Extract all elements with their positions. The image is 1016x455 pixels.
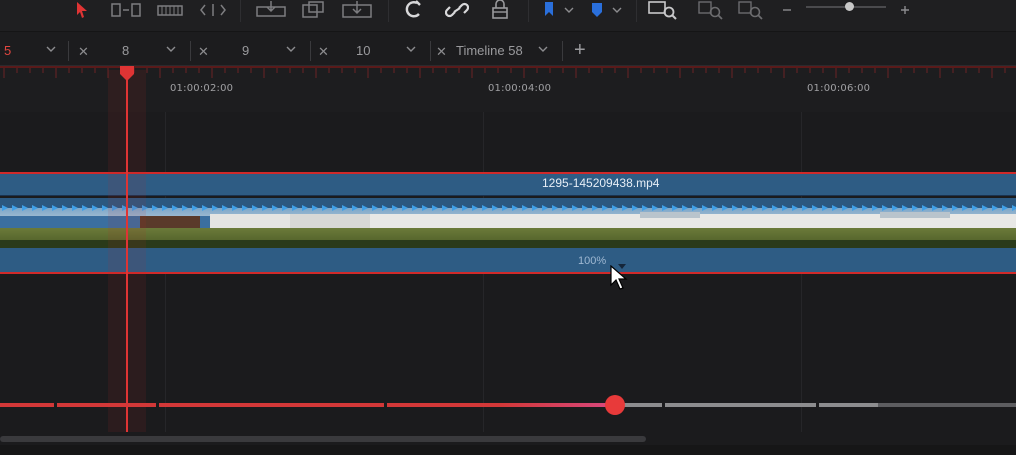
zoom-custom-icon[interactable]: [736, 0, 766, 20]
zoom-in-icon[interactable]: [898, 0, 912, 20]
close-icon[interactable]: ✕: [436, 44, 447, 60]
horizontal-scrollbar[interactable]: [0, 436, 646, 442]
zoom-full-icon[interactable]: [646, 0, 680, 20]
clip-speed-label[interactable]: 100%: [578, 255, 606, 267]
timeline-tab[interactable]: ✕ 8: [70, 36, 188, 66]
tab-label: 9: [242, 43, 250, 58]
scrub-handle[interactable]: [605, 395, 625, 415]
add-tab-button[interactable]: +: [574, 40, 586, 60]
chevron-down-icon[interactable]: [538, 42, 548, 59]
marker-icon[interactable]: [590, 0, 604, 20]
scrub-segment-gap: [54, 402, 57, 408]
chevron-down-icon[interactable]: [46, 42, 56, 59]
replace-clip-icon[interactable]: [340, 0, 374, 20]
chevron-down-icon[interactable]: [286, 42, 296, 59]
tab-label: Timeline 58: [456, 43, 523, 58]
toolbar-divider: [636, 0, 637, 22]
scrub-progress-gradient: [500, 403, 610, 407]
clip-name: 1295-145209438.mp4: [542, 176, 660, 190]
tab-divider: [562, 41, 563, 61]
playhead[interactable]: [126, 72, 128, 432]
dynamic-trim-icon[interactable]: [198, 0, 228, 20]
trim-edit-icon[interactable]: [110, 0, 142, 20]
toolbar-divider: [528, 0, 529, 22]
timeline-tab[interactable]: ✕ Timeline 58: [428, 36, 558, 66]
selection-arrow-icon[interactable]: [74, 0, 90, 20]
scrub-segment-gap: [816, 402, 819, 408]
toolbar-divider: [240, 0, 241, 22]
chevron-down-icon[interactable]: [166, 42, 176, 59]
close-icon[interactable]: ✕: [318, 44, 329, 60]
clip-thumbnails: [0, 198, 1016, 248]
ruler-timecode: 01:00:02:00: [170, 83, 234, 94]
clip-header[interactable]: [0, 172, 1016, 196]
clip-retime-bar[interactable]: [0, 248, 1016, 274]
scrub-segment-gap: [156, 402, 159, 408]
timeline-toolbar: [0, 0, 1016, 32]
tab-divider: [68, 41, 69, 61]
scrub-segment-gap: [384, 402, 387, 408]
chevron-down-icon[interactable]: [610, 0, 624, 20]
scrub-segment-gap: [662, 402, 665, 408]
zoom-out-icon[interactable]: [780, 0, 794, 20]
chevron-down-icon[interactable]: [562, 0, 576, 20]
flag-icon[interactable]: [542, 0, 556, 20]
toolbar-divider: [388, 0, 389, 22]
snapping-icon[interactable]: [402, 0, 426, 20]
ruler-timecode: 01:00:06:00: [807, 83, 871, 94]
tab-label: 5: [4, 43, 12, 58]
ruler-in-out-band: [0, 66, 1016, 68]
zoom-slider-handle[interactable]: [845, 2, 854, 11]
zoom-detail-icon[interactable]: [696, 0, 726, 20]
tab-label: 8: [122, 43, 130, 58]
tab-label: 10: [356, 43, 371, 58]
overwrite-clip-icon[interactable]: [300, 0, 326, 20]
scrub-buffered: [878, 403, 1016, 407]
clip-thumbnail-strip[interactable]: [0, 198, 1016, 248]
timeline-tab[interactable]: 5: [0, 36, 66, 66]
timeline-tab[interactable]: ✕ 9: [190, 36, 308, 66]
close-icon[interactable]: ✕: [78, 44, 89, 60]
mouse-cursor-icon: [610, 265, 628, 290]
linked-selection-icon[interactable]: [444, 0, 470, 20]
position-lock-icon[interactable]: [488, 0, 512, 20]
close-icon[interactable]: ✕: [198, 44, 209, 60]
timeline-tab[interactable]: ✕ 10: [310, 36, 428, 66]
bottom-strip: [0, 445, 1016, 455]
playhead-handle-icon[interactable]: [118, 66, 136, 82]
timeline-editor: 5 ✕ 8 ✕ 9 ✕ 10 ✕ Timeline 58 + 01:00:02:…: [0, 0, 1016, 455]
insert-clip-icon[interactable]: [254, 0, 288, 20]
blade-edit-icon[interactable]: [156, 0, 184, 20]
chevron-down-icon[interactable]: [406, 42, 416, 59]
ruler-timecode: 01:00:04:00: [488, 83, 552, 94]
